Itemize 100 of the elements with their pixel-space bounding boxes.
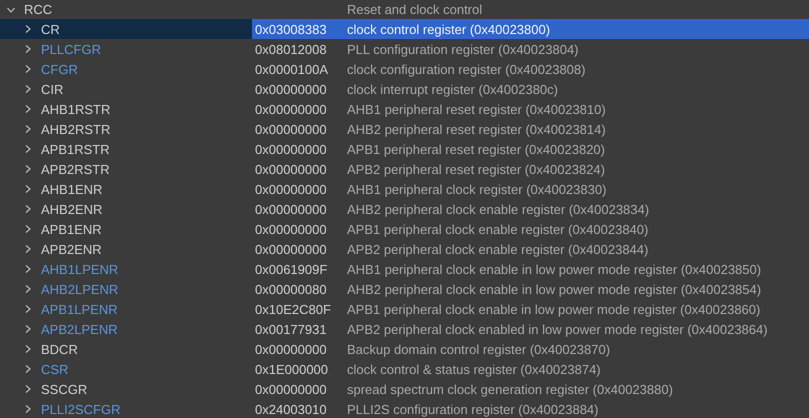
register-value: 0x00000000 xyxy=(254,82,328,96)
register-description: PLLI2S configuration register (0x40023884) xyxy=(347,402,598,416)
register-description: APB1 peripheral clock enable register (0x40023840) xyxy=(347,222,648,236)
register-description: APB2 peripheral reset register (0x40023824) xyxy=(347,162,605,176)
register-description: Backup domain control register (0x40023870) xyxy=(347,342,610,356)
register-name: SSCGR xyxy=(41,382,88,396)
register-description: clock interrupt register (0x4002380c) xyxy=(347,82,558,96)
register-row[interactable]: APB2ENR 0x00000000 APB2 peripheral clock enable register (0x40023844) xyxy=(0,239,809,259)
chevron-icon[interactable] xyxy=(23,384,33,394)
register-row[interactable]: CR 0x03008383 clock control register (0x40023800) xyxy=(0,19,809,39)
chevron-icon[interactable] xyxy=(23,124,33,134)
register-description: AHB1 peripheral clock register (0x40023830) xyxy=(347,182,606,196)
chevron-icon[interactable] xyxy=(23,344,33,354)
register-value: 0x24003010 xyxy=(254,402,328,416)
register-row[interactable]: APB1ENR 0x00000000 APB1 peripheral clock enable register (0x40023840) xyxy=(0,219,809,239)
chevron-icon[interactable] xyxy=(23,64,33,74)
register-value: 0x00000000 xyxy=(254,222,328,236)
register-value: 0x00177931 xyxy=(254,322,328,336)
register-name: APB1RSTR xyxy=(41,142,110,156)
chevron-icon[interactable] xyxy=(23,324,33,334)
register-name: APB1LPENR xyxy=(41,302,118,316)
register-value: 0x08012008 xyxy=(254,42,328,56)
register-value: 0x00000000 xyxy=(254,142,328,156)
register-description: AHB2 peripheral clock enable register (0x40023834) xyxy=(347,202,650,216)
chevron-icon[interactable] xyxy=(23,144,33,154)
register-name: APB1ENR xyxy=(41,222,102,236)
chevron-icon[interactable] xyxy=(23,244,33,254)
chevron-icon[interactable] xyxy=(23,264,33,274)
register-name: AHB2LPENR xyxy=(41,282,118,296)
register-value: 0x0061909F xyxy=(254,262,328,276)
chevron-icon[interactable] xyxy=(23,284,33,294)
register-value: 0x1E000000 xyxy=(254,362,330,376)
register-value: 0x00000000 xyxy=(254,242,328,256)
register-description: AHB1 peripheral reset register (0x40023810) xyxy=(347,102,606,116)
register-value: 0x00000000 xyxy=(254,102,328,116)
register-row[interactable]: AHB2RSTR 0x00000000 AHB2 peripheral reset register (0x40023814) xyxy=(0,119,809,139)
register-row[interactable]: SSCGR 0x00000000 spread spectrum clock generation register (0x40023880) xyxy=(0,379,809,399)
peripheral-name[interactable]: RCC xyxy=(24,2,52,17)
register-description: AHB1 peripheral clock enable in low power mode register (0x40023850) xyxy=(347,262,762,276)
register-name: AHB2RSTR xyxy=(41,122,110,136)
register-description: AHB2 peripheral reset register (0x40023814) xyxy=(347,122,606,136)
register-description: clock configuration register (0x40023808) xyxy=(347,62,586,76)
register-name: AHB2ENR xyxy=(41,202,102,216)
register-value: 0x00000000 xyxy=(254,182,328,196)
register-description: APB1 peripheral clock enable in low power mode register (0x40023860) xyxy=(347,302,760,316)
register-value: 0x00000000 xyxy=(254,122,328,136)
register-description: AHB2 peripheral clock enable in low power mode register (0x40023854) xyxy=(347,282,762,296)
register-value: 0x03008383 xyxy=(254,22,328,36)
register-description: clock control register (0x40023800) xyxy=(347,22,550,36)
register-name: AHB1LPENR xyxy=(41,262,118,276)
register-row[interactable]: APB2LPENR 0x00177931 APB2 peripheral clock enabled in low power mode register (0x40023864) xyxy=(0,319,809,339)
register-description: APB1 peripheral reset register (0x40023820) xyxy=(347,142,605,156)
register-row[interactable]: APB1RSTR 0x00000000 APB1 peripheral reset register (0x40023820) xyxy=(0,139,809,159)
chevron-icon[interactable] xyxy=(23,24,33,34)
register-row[interactable]: APB1LPENR 0x10E2C80F APB1 peripheral clock enable in low power mode register (0x40023860) xyxy=(0,299,809,319)
register-row[interactable]: AHB1RSTR 0x00000000 AHB1 peripheral reset register (0x40023810) xyxy=(0,99,809,119)
register-row[interactable]: CIR 0x00000000 clock interrupt register (0x4002380c) xyxy=(0,79,809,99)
register-name: AHB1ENR xyxy=(41,182,102,196)
chevron-icon[interactable] xyxy=(23,164,33,174)
register-row[interactable]: APB2RSTR 0x00000000 APB2 peripheral reset register (0x40023824) xyxy=(0,159,809,179)
register-name: BDCR xyxy=(41,342,78,356)
register-value: 0x00000000 xyxy=(254,342,328,356)
register-value: 0x00000000 xyxy=(254,382,328,396)
chevron-icon[interactable] xyxy=(23,404,33,414)
register-value: 0x00000000 xyxy=(254,162,328,176)
chevron-icon[interactable] xyxy=(23,84,33,94)
chevron-icon[interactable] xyxy=(23,104,33,114)
chevron-icon[interactable] xyxy=(23,304,33,314)
register-description: APB2 peripheral clock enable register (0x40023844) xyxy=(347,242,648,256)
register-row[interactable]: PLLCFGR 0x08012008 PLL configuration register (0x40023804) xyxy=(0,39,809,59)
register-row[interactable]: AHB1LPENR 0x0061909F AHB1 peripheral clock enable in low power mode register (0x40023850) xyxy=(0,259,809,279)
register-name: AHB1RSTR xyxy=(41,102,110,116)
register-description: APB2 peripheral clock enabled in low power mode register (0x40023864) xyxy=(347,322,768,336)
register-row[interactable]: BDCR 0x00000000 Backup domain control register (0x40023870) xyxy=(0,339,809,359)
register-name: CR xyxy=(41,22,60,36)
register-value: 0x00000000 xyxy=(254,202,328,216)
register-name: PLLI2SCFGR xyxy=(41,402,120,416)
register-description: clock control & status register (0x40023874) xyxy=(347,362,601,376)
peripheral-description: Reset and clock control xyxy=(347,2,482,17)
register-row[interactable]: PLLI2SCFGR 0x24003010 PLLI2S configuration register (0x40023884) xyxy=(0,399,809,418)
register-value: 0x10E2C80F xyxy=(254,302,332,316)
register-name: APB2LPENR xyxy=(41,322,118,336)
register-row[interactable]: AHB2LPENR 0x00000080 AHB2 peripheral clock enable in low power mode register (0x40023854) xyxy=(0,279,809,299)
register-name: APB2RSTR xyxy=(41,162,110,176)
register-row[interactable]: AHB2ENR 0x00000000 AHB2 peripheral clock enable register (0x40023834) xyxy=(0,199,809,219)
register-name: APB2ENR xyxy=(41,242,102,256)
register-description: PLL configuration register (0x40023804) xyxy=(347,42,578,56)
register-row[interactable]: AHB1ENR 0x00000000 AHB1 peripheral clock register (0x40023830) xyxy=(0,179,809,199)
chevron-icon[interactable] xyxy=(23,224,33,234)
register-row[interactable]: CSR 0x1E000000 clock control & status register (0x40023874) xyxy=(0,359,809,379)
register-name: CIR xyxy=(41,82,64,96)
register-value: 0x00000080 xyxy=(254,282,328,296)
chevron-icon[interactable] xyxy=(23,204,33,214)
chevron-icon[interactable] xyxy=(23,44,33,54)
register-value: 0x0000100A xyxy=(254,62,330,76)
chevron-icon[interactable] xyxy=(23,364,33,374)
register-name: CFGR xyxy=(41,62,78,76)
register-row[interactable]: CFGR 0x0000100A clock configuration register (0x40023808) xyxy=(0,59,809,79)
register-name: PLLCFGR xyxy=(41,42,101,56)
chevron-icon[interactable] xyxy=(23,184,33,194)
